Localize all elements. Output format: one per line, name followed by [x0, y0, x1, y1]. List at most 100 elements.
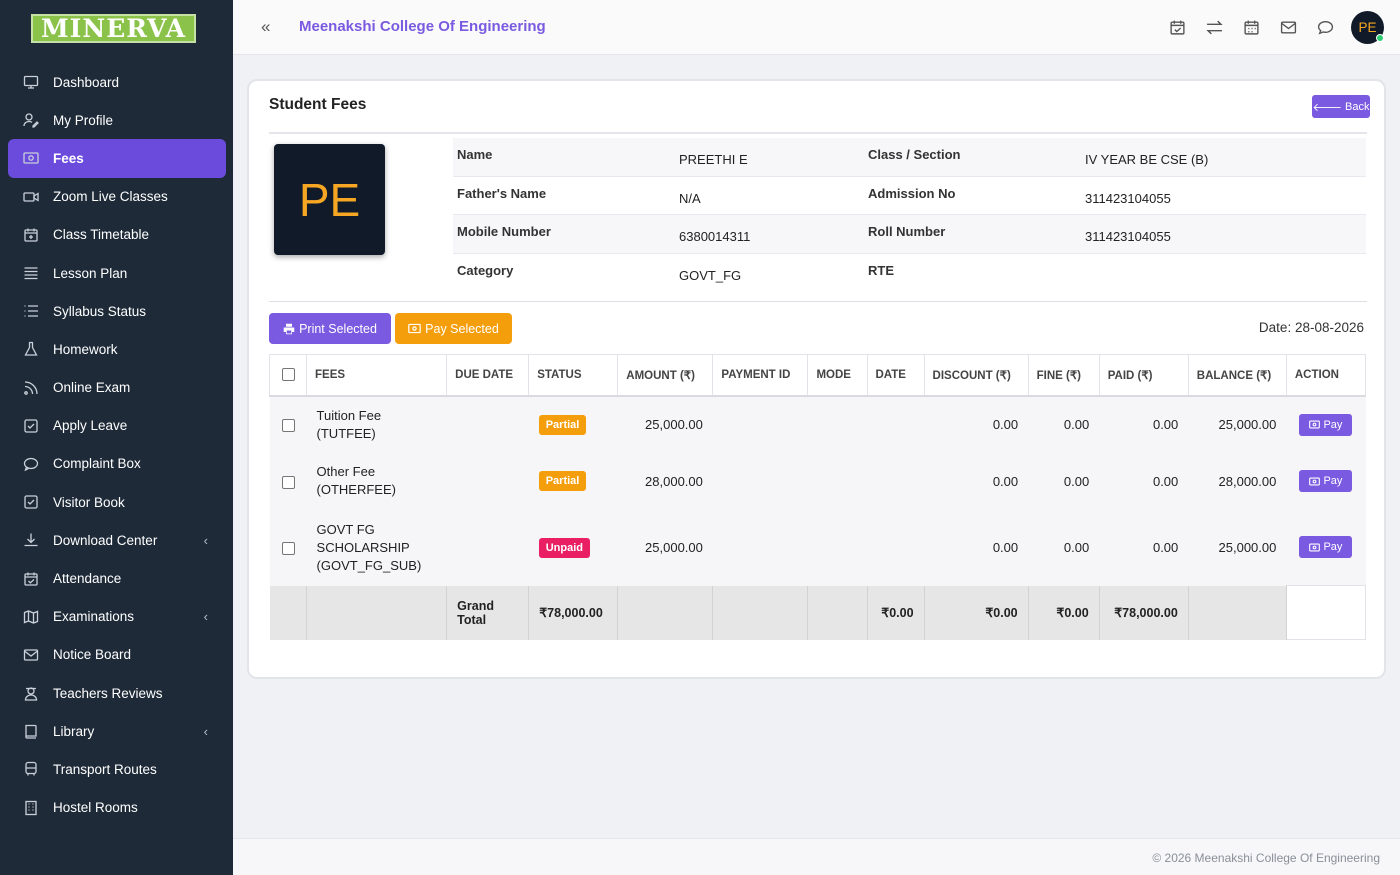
envelope-icon[interactable]: [1279, 17, 1297, 37]
chevron-left-icon: ‹: [203, 723, 208, 739]
row-select-cell: [269, 509, 307, 586]
sidebar-item-library[interactable]: Library ‹: [8, 712, 226, 750]
father-value: N/A: [679, 190, 701, 206]
action-cell: Pay: [1286, 509, 1366, 586]
date: [867, 452, 925, 510]
paid: 0.00: [1099, 452, 1189, 510]
table-row: GOVT FG SCHOLARSHIP (GOVT_FG_SUB) Unpaid 25,…: [269, 509, 1366, 586]
avatar-initials: PE: [1358, 20, 1377, 35]
row-checkbox[interactable]: [281, 542, 295, 556]
divider: [269, 132, 1367, 134]
avatar[interactable]: PE: [1351, 11, 1384, 44]
pay-selected-button[interactable]: Pay Selected: [395, 313, 512, 344]
sidebar-item-download-center[interactable]: Download Center ‹: [8, 521, 226, 559]
class-label: Class / Section: [868, 147, 961, 162]
sidebar-item-lesson-plan[interactable]: Lesson Plan: [8, 254, 226, 292]
download-icon: [22, 531, 40, 549]
info-row: Father's Name N/A Admission No 311423104…: [453, 177, 1366, 215]
total-date-col: ₹0.00: [867, 585, 925, 640]
back-label: Back: [1345, 100, 1370, 113]
fee-name-line3: (GOVT_FG_SUB): [316, 557, 422, 573]
check-square-icon: [22, 417, 40, 435]
fee-name: Other Fee (OTHERFEE): [306, 452, 447, 510]
sidebar-item-my-profile[interactable]: My Profile: [8, 101, 226, 139]
total-label-line2: Total: [457, 612, 487, 627]
total-empty-cell: [1285, 585, 1367, 640]
col-discount: DISCOUNT (₹): [924, 354, 1029, 397]
sidebar-item-zoom-live-classes[interactable]: Zoom Live Classes: [8, 178, 226, 216]
pay-button[interactable]: Pay: [1299, 470, 1353, 492]
total-empty-cell: [807, 585, 868, 640]
sidebar-item-complaint-box[interactable]: Complaint Box: [8, 445, 226, 483]
sidebar-item-label: Visitor Book: [53, 494, 125, 510]
balance: 28,000.00: [1188, 452, 1287, 510]
sidebar-item-attendance[interactable]: Attendance: [8, 559, 226, 597]
sidebar-item-dashboard[interactable]: Dashboard: [8, 63, 226, 101]
back-button[interactable]: 🡐 Back: [1312, 95, 1370, 118]
category-label: Category: [457, 262, 514, 278]
exchange-icon[interactable]: [1205, 17, 1223, 37]
table-header-row: FEES DUE DATE STATUS AMOUNT (₹) PAYMENT …: [268, 354, 1367, 397]
sidebar-item-label: Notice Board: [53, 647, 132, 663]
mode: [807, 395, 867, 453]
calendar-check-icon: [22, 570, 40, 588]
chevron-left-icon: ‹: [203, 532, 208, 548]
sidebar-item-fees[interactable]: Fees: [8, 139, 226, 178]
sidebar-item-class-timetable[interactable]: Class Timetable: [8, 216, 226, 254]
status-badge: Partial: [538, 471, 587, 491]
select-all-checkbox[interactable]: [281, 368, 295, 382]
sidebar-item-visitor-book[interactable]: Visitor Book: [8, 483, 226, 521]
status-badge: Unpaid: [538, 537, 590, 558]
sidebar-item-label: Transport Routes: [53, 761, 157, 777]
sidebar-item-homework[interactable]: Homework: [8, 330, 226, 368]
col-payment-id: PAYMENT ID: [712, 354, 809, 397]
sidebar-item-hostel-rooms[interactable]: Hostel Rooms: [8, 789, 226, 827]
list-check-icon: [22, 302, 40, 320]
chat-icon[interactable]: [1316, 17, 1334, 37]
row-checkbox[interactable]: [281, 475, 295, 489]
chevron-left-icon: ‹: [203, 609, 208, 625]
sidebar-item-label: Examinations: [53, 609, 135, 625]
total-empty-cell: [306, 585, 448, 640]
sidebar-item-transport-routes[interactable]: Transport Routes: [8, 750, 226, 788]
video-icon: [22, 188, 40, 206]
rte-label: RTE: [868, 262, 894, 278]
money-icon: [1309, 477, 1321, 485]
map-icon: [22, 608, 40, 626]
pay-button[interactable]: Pay: [1299, 536, 1353, 559]
sidebar-item-apply-leave[interactable]: Apply Leave: [8, 407, 226, 445]
paid: 0.00: [1099, 509, 1189, 586]
action-cell: Pay: [1286, 395, 1366, 453]
due-date: [446, 395, 529, 453]
date: [867, 509, 925, 586]
calendar-check-icon[interactable]: [1168, 17, 1186, 37]
mode: [807, 509, 867, 586]
sidebar: MINERVA Dashboard My Profile Fees Zoom Live…: [0, 0, 233, 875]
row-checkbox[interactable]: [281, 419, 295, 433]
total-label: Grand Total: [446, 585, 530, 640]
father-label: Father's Name: [457, 185, 547, 201]
pay-selected-label: Pay Selected: [425, 321, 499, 336]
envelope-icon: [22, 646, 40, 664]
fine: 0.00: [1028, 509, 1100, 586]
page-title: Student Fees: [269, 96, 367, 113]
calendar-icon[interactable]: [1242, 17, 1260, 37]
pay-button[interactable]: Pay: [1299, 413, 1353, 436]
sidebar-item-label: Fees: [53, 150, 84, 166]
sidebar-item-teachers-reviews[interactable]: Teachers Reviews: [8, 674, 226, 712]
user-edit-icon: [22, 111, 40, 129]
footer: © 2026 Meenakshi College Of Engineering: [233, 838, 1400, 875]
pay-label: Pay: [1323, 418, 1343, 431]
sidebar-item-online-exam[interactable]: Online Exam: [8, 369, 226, 407]
sidebar-item-examinations[interactable]: Examinations ‹: [8, 598, 226, 636]
sidebar-item-notice-board[interactable]: Notice Board: [8, 636, 226, 674]
calendar-plus-icon: [22, 226, 40, 244]
footer-text: © 2026 Meenakshi College Of Engineering: [1152, 851, 1380, 865]
pay-label: Pay: [1323, 475, 1343, 487]
collapse-sidebar-icon[interactable]: «: [261, 17, 270, 37]
print-selected-button[interactable]: Print Selected: [269, 313, 391, 344]
logo[interactable]: MINERVA: [31, 14, 196, 43]
sidebar-item-syllabus-status[interactable]: Syllabus Status: [8, 292, 226, 330]
total-paid: ₹78,000.00: [1099, 585, 1189, 640]
college-name[interactable]: Meenakshi College Of Engineering: [299, 18, 546, 35]
